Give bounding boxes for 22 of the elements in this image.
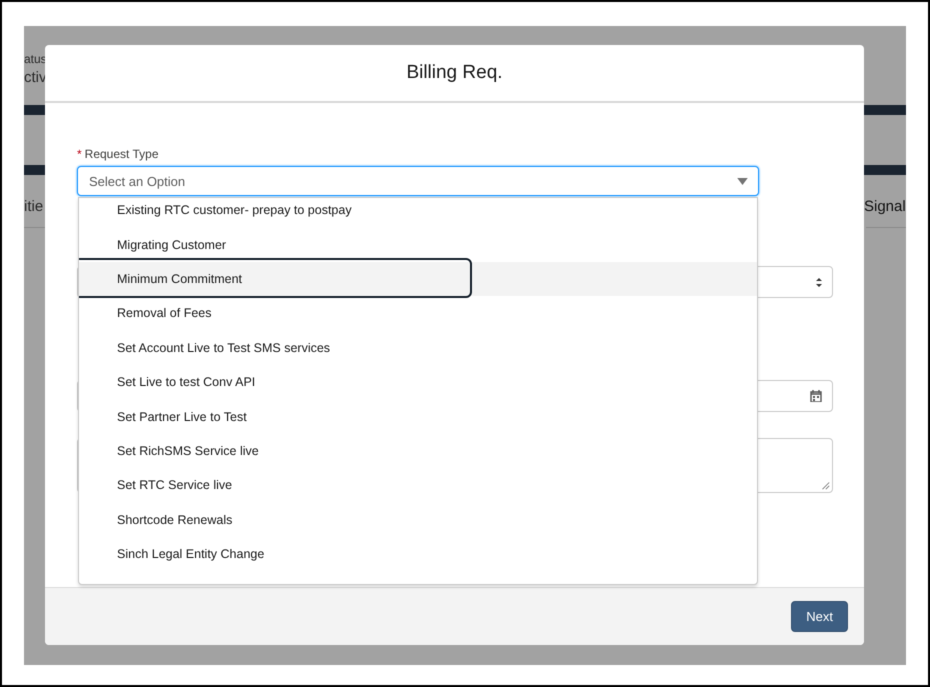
- tab-label: itie: [24, 198, 44, 215]
- dropdown-option[interactable]: Removal of Fees: [79, 296, 757, 331]
- dropdown-option[interactable]: Set Partner Live to Test: [79, 399, 757, 434]
- dropdown-option[interactable]: Set RTC Service live: [79, 468, 757, 503]
- required-asterisk: *: [77, 147, 82, 161]
- combobox-field[interactable]: Select an Option: [77, 166, 759, 196]
- field-value: ctiv: [24, 69, 46, 86]
- modal-title: Billing Req.: [406, 62, 503, 84]
- resize-grip-icon: [820, 480, 830, 490]
- dropdown-option[interactable]: Set RichSMS Service live: [79, 434, 757, 468]
- up-down-arrows-icon: [816, 276, 822, 288]
- dropdown-option[interactable]: Shortcode Renewals: [79, 502, 757, 537]
- dropdown-option[interactable]: Migrating Customer: [79, 227, 757, 262]
- tab-label: Signal: [864, 198, 906, 215]
- field-label: Request Type: [84, 147, 158, 161]
- dropdown-option[interactable]: Sinch Legal Entity Change: [79, 536, 757, 572]
- calendar-icon: [810, 390, 822, 402]
- dropdown-option[interactable]: Set Account Live to Test SMS services: [79, 330, 757, 365]
- caret-down-icon: [737, 178, 748, 184]
- dropdown-option[interactable]: Set Live to test Conv API: [79, 364, 757, 400]
- dropdown-option[interactable]: Existing RTC customer- prepay to postpay: [79, 198, 757, 228]
- next-button[interactable]: Next: [791, 601, 848, 632]
